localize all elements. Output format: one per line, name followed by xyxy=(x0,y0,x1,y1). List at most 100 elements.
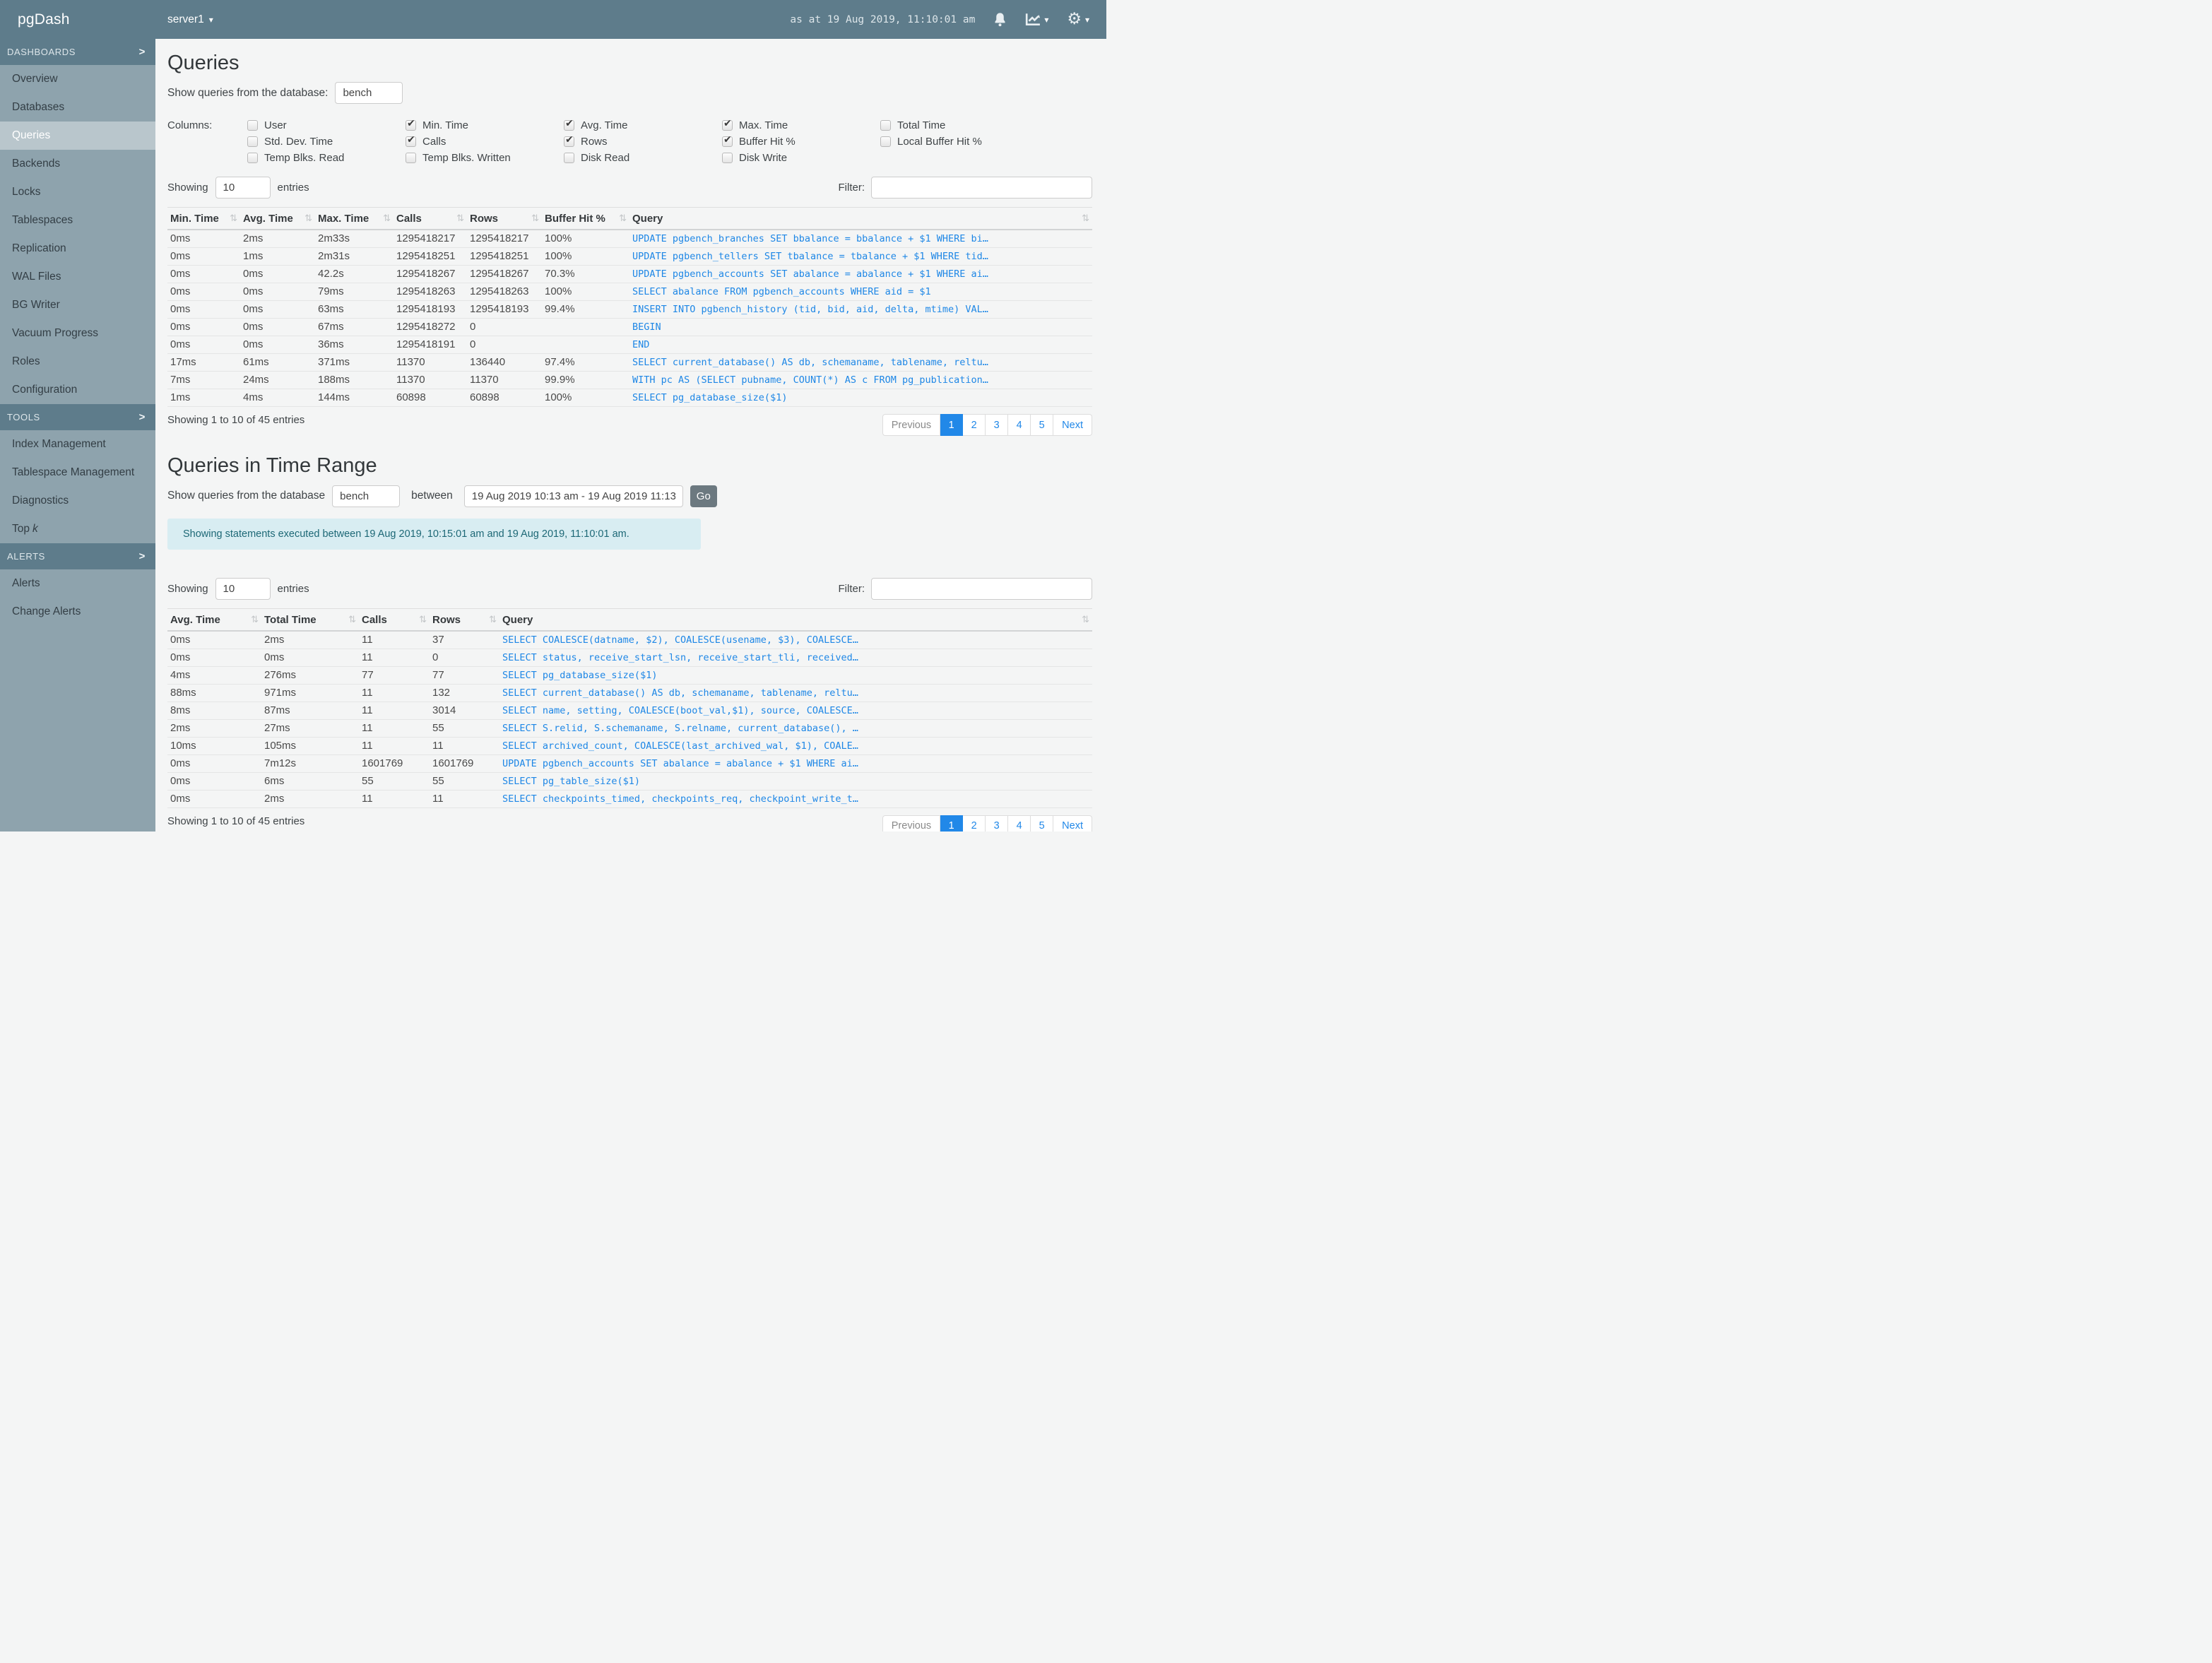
time-range-input[interactable] xyxy=(463,485,683,507)
sidebar-item-diagnostics[interactable]: Diagnostics xyxy=(0,487,155,515)
column-toggle-calls[interactable]: Calls xyxy=(406,134,564,149)
column-toggle-buffer-hit[interactable]: Buffer Hit % xyxy=(722,134,880,149)
checkbox-buffer-hit[interactable] xyxy=(722,134,733,148)
query-link[interactable]: SELECT current_database() AS db, scheman… xyxy=(629,353,1092,372)
sidebar-item-alerts[interactable]: Alerts xyxy=(0,569,155,598)
column-toggle-user[interactable]: User xyxy=(247,118,406,133)
column-toggle-std-dev-time[interactable]: Std. Dev. Time xyxy=(247,134,406,149)
previous-page-button[interactable]: Previous xyxy=(882,815,941,832)
page-button-3[interactable]: 3 xyxy=(986,414,1009,437)
checkbox-calls[interactable] xyxy=(406,134,416,148)
query-link[interactable]: WITH pc AS (SELECT pubname, COUNT(*) AS … xyxy=(629,371,1092,390)
entries-count-input-2[interactable] xyxy=(215,577,271,600)
checkbox-user[interactable] xyxy=(247,120,258,131)
column-header-rows[interactable]: Rows ⇅ xyxy=(467,207,542,231)
sidebar-item-locks[interactable]: Locks xyxy=(0,178,155,206)
sidebar-item-tablespaces[interactable]: Tablespaces xyxy=(0,206,155,235)
checkbox-min-time[interactable] xyxy=(406,118,416,131)
sort-icon[interactable]: ⇅ xyxy=(251,615,259,625)
sort-icon[interactable]: ⇅ xyxy=(230,213,237,224)
go-button[interactable]: Go xyxy=(690,485,717,507)
sidebar-item-roles[interactable]: Roles xyxy=(0,348,155,376)
database-input[interactable] xyxy=(335,82,403,105)
sidebar-item-backends[interactable]: Backends xyxy=(0,150,155,178)
column-toggle-local-buffer-hit[interactable]: Local Buffer Hit % xyxy=(880,134,1039,149)
page-button-4[interactable]: 4 xyxy=(1008,815,1031,832)
query-link[interactable]: UPDATE pgbench_branches SET bbalance = b… xyxy=(629,230,1092,249)
query-link[interactable]: SELECT checkpoints_timed, checkpoints_re… xyxy=(499,790,1092,808)
page-button-3[interactable]: 3 xyxy=(986,815,1009,832)
query-link[interactable]: UPDATE pgbench_accounts SET abalance = a… xyxy=(499,754,1092,773)
sidebar-item-overview[interactable]: Overview xyxy=(0,65,155,93)
entries-count-input[interactable] xyxy=(215,177,271,199)
column-toggle-rows[interactable]: Rows xyxy=(564,134,722,149)
query-link[interactable]: BEGIN xyxy=(629,318,1092,337)
column-header-min-time[interactable]: Min. Time ⇅ xyxy=(167,207,240,231)
sidebar-section-tools[interactable]: TOOLS > xyxy=(0,404,155,430)
filter-input-2[interactable] xyxy=(871,577,1092,600)
next-page-button[interactable]: Next xyxy=(1053,414,1092,437)
next-page-button[interactable]: Next xyxy=(1053,815,1092,832)
query-link[interactable]: SELECT abalance FROM pgbench_accounts WH… xyxy=(629,283,1092,302)
query-link[interactable]: SELECT name, setting, COALESCE(boot_val,… xyxy=(499,702,1092,720)
sort-icon[interactable]: ⇅ xyxy=(1082,615,1089,625)
column-toggle-min-time[interactable]: Min. Time xyxy=(406,118,564,133)
checkbox-local-buffer-hit[interactable] xyxy=(880,136,891,148)
sidebar-item-tablespace-management[interactable]: Tablespace Management xyxy=(0,458,155,487)
page-button-1[interactable]: 1 xyxy=(940,815,964,832)
filter-input-1[interactable] xyxy=(871,177,1092,199)
column-toggle-avg-time[interactable]: Avg. Time xyxy=(564,118,722,133)
query-link[interactable]: SELECT S.relid, S.schemaname, S.relname,… xyxy=(499,719,1092,738)
checkbox-std-dev-time[interactable] xyxy=(247,136,258,148)
query-link[interactable]: INSERT INTO pgbench_history (tid, bid, a… xyxy=(629,300,1092,319)
sidebar-item-change-alerts[interactable]: Change Alerts xyxy=(0,598,155,626)
checkbox-avg-time[interactable] xyxy=(564,118,574,131)
sidebar-item-bg-writer[interactable]: BG Writer xyxy=(0,291,155,319)
checkbox-temp-blks-read[interactable] xyxy=(247,153,258,164)
server-selector[interactable]: server1 ▾ xyxy=(167,13,213,26)
charts-menu[interactable]: ▾ xyxy=(1025,13,1048,26)
sort-icon[interactable]: ⇅ xyxy=(348,615,356,625)
column-header-calls[interactable]: Calls ⇅ xyxy=(394,207,467,231)
column-toggle-disk-write[interactable]: Disk Write xyxy=(722,150,880,165)
column-header-buffer-hit[interactable]: Buffer Hit % ⇅ xyxy=(542,207,629,231)
query-link[interactable]: UPDATE pgbench_tellers SET tbalance = tb… xyxy=(629,247,1092,266)
column-header-avg-time[interactable]: Avg. Time ⇅ xyxy=(240,207,315,231)
column-toggle-temp-blks-written[interactable]: Temp Blks. Written xyxy=(406,150,564,165)
sort-icon[interactable]: ⇅ xyxy=(1082,213,1089,224)
column-toggle-total-time[interactable]: Total Time xyxy=(880,118,1039,133)
checkbox-rows[interactable] xyxy=(564,134,574,148)
page-button-2[interactable]: 2 xyxy=(963,815,986,832)
page-button-5[interactable]: 5 xyxy=(1031,414,1054,437)
sort-icon[interactable]: ⇅ xyxy=(456,213,464,224)
sidebar-section-dashboards[interactable]: DASHBOARDS > xyxy=(0,39,155,65)
query-link[interactable]: SELECT pg_database_size($1) xyxy=(629,389,1092,408)
time-range-database-input[interactable] xyxy=(332,485,401,507)
checkbox-max-time[interactable] xyxy=(722,118,733,131)
sidebar-item-replication[interactable]: Replication xyxy=(0,235,155,263)
column-header-query[interactable]: Query ⇅ xyxy=(499,608,1092,632)
column-header-max-time[interactable]: Max. Time ⇅ xyxy=(315,207,394,231)
sort-icon[interactable]: ⇅ xyxy=(304,213,312,224)
query-link[interactable]: SELECT pg_table_size($1) xyxy=(499,772,1092,791)
query-link[interactable]: SELECT pg_database_size($1) xyxy=(499,666,1092,685)
column-toggle-disk-read[interactable]: Disk Read xyxy=(564,150,722,165)
sort-icon[interactable]: ⇅ xyxy=(619,213,627,224)
query-link[interactable]: SELECT archived_count, COALESCE(last_arc… xyxy=(499,737,1092,755)
column-toggle-max-time[interactable]: Max. Time xyxy=(722,118,880,133)
column-toggle-temp-blks-read[interactable]: Temp Blks. Read xyxy=(247,150,406,165)
settings-menu[interactable]: ⚙ ▾ xyxy=(1067,11,1089,28)
sidebar-item-databases[interactable]: Databases xyxy=(0,93,155,122)
column-header-total-time[interactable]: Total Time ⇅ xyxy=(261,608,359,632)
sidebar-item-queries[interactable]: Queries xyxy=(0,122,155,150)
column-header-calls[interactable]: Calls ⇅ xyxy=(359,608,430,632)
column-header-rows[interactable]: Rows ⇅ xyxy=(430,608,499,632)
page-button-4[interactable]: 4 xyxy=(1008,414,1031,437)
query-link[interactable]: SELECT current_database() AS db, scheman… xyxy=(499,684,1092,702)
sidebar-section-alerts[interactable]: ALERTS > xyxy=(0,543,155,569)
notifications-button[interactable] xyxy=(993,12,1007,27)
query-link[interactable]: END xyxy=(629,336,1092,355)
sort-icon[interactable]: ⇅ xyxy=(383,213,391,224)
page-button-1[interactable]: 1 xyxy=(940,414,964,437)
checkbox-temp-blks-written[interactable] xyxy=(406,153,416,164)
